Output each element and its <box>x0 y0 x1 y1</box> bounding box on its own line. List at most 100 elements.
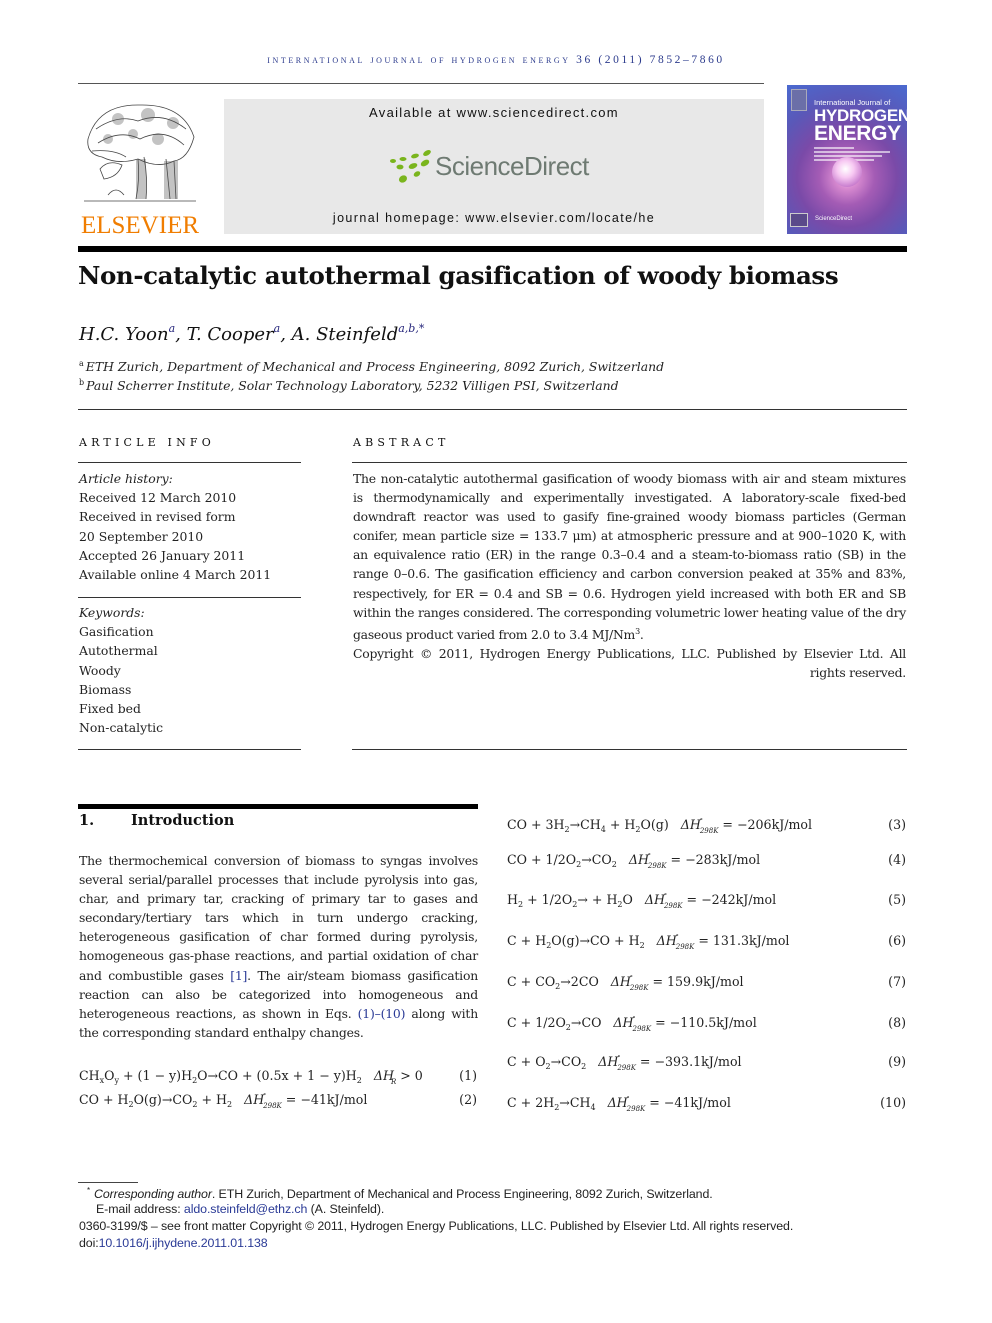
cover-publisher-badge <box>791 89 807 111</box>
doi-label: doi: <box>79 1236 99 1250</box>
enthalpy-subscript: 298K <box>647 862 667 870</box>
email-suffix: (A. Steinfeld). <box>307 1202 385 1216</box>
keyword[interactable]: Woody <box>79 661 304 680</box>
doi-link[interactable]: 10.1016/j.ijhydene.2011.01.138 <box>99 1236 268 1250</box>
introduction-paragraph: The thermochemical conversion of biomass… <box>79 851 478 1042</box>
sciencedirect-wordmark: ScienceDirect <box>435 151 589 181</box>
equation-value: = −283kJ/mol <box>666 852 761 867</box>
history-item: Accepted 26 January 2011 <box>79 547 246 563</box>
corresponding-label: Corresponding author <box>94 1187 212 1202</box>
author-affil-mark[interactable]: a,b,* <box>398 322 424 335</box>
keyword[interactable]: Autothermal <box>79 641 304 660</box>
history-item: Available online 4 March 2011 <box>79 567 272 583</box>
author-separator: , <box>280 324 292 345</box>
equation-1: CHxOy + (1 − y)H2O→CO + (0.5x + 1 − y)H2… <box>79 1068 423 1086</box>
equation-value: = 159.9kJ/mol <box>648 974 744 989</box>
enthalpy-degree: ° <box>647 853 651 860</box>
email-note: E-mail address: aldo.steinfeld@ethz.ch (… <box>96 1202 384 1216</box>
enthalpy-symbol: ΔH <box>656 933 677 948</box>
enthalpy-symbol: ΔH <box>628 852 649 867</box>
article-history: Article history: Received 12 March 2010 … <box>79 469 304 584</box>
history-item: 20 September 2010 <box>79 528 204 544</box>
enthalpy-symbol: ΔH <box>607 1095 628 1110</box>
equation-number: (1) <box>459 1068 477 1083</box>
enthalpy-degree: ° <box>617 1055 621 1062</box>
equation-number: (4) <box>888 852 906 867</box>
equation-10: C + 2H2→CH4 ΔH°298K = −41kJ/mol <box>507 1095 731 1113</box>
equation-link[interactable]: (1)–(10) <box>358 1006 406 1021</box>
affiliation-mark: b <box>79 378 85 387</box>
keywords-divider <box>78 597 301 598</box>
enthalpy-symbol: ΔH <box>680 817 701 832</box>
introduction-divider <box>78 804 478 809</box>
abstract-divider <box>352 462 907 463</box>
issn-line: 0360-3199/$ – see front matter Copyright… <box>79 1219 794 1233</box>
available-at-link[interactable]: Available at www.sciencedirect.com <box>224 105 764 120</box>
equation-number: (8) <box>888 1015 906 1030</box>
section-title: Introduction <box>131 812 235 829</box>
equation-value: = −110.5kJ/mol <box>651 1015 757 1030</box>
email-link[interactable]: aldo.steinfeld@ethz.ch <box>184 1202 307 1216</box>
enthalpy-degree: ° <box>626 1096 630 1103</box>
sciencedirect-dots-icon <box>390 150 431 183</box>
affiliation-text: Paul Scherrer Institute, Solar Technolog… <box>86 378 619 393</box>
abstract-heading: ABSTRACT <box>353 436 450 449</box>
cover-title-big: HYDROGEN ENERGY <box>814 107 907 144</box>
footnote-divider <box>78 1182 138 1183</box>
abstract-body: The non-catalytic autothermal gasificati… <box>353 469 906 682</box>
equation-number: (5) <box>888 892 906 907</box>
affiliation: b Paul Scherrer Institute, Solar Technolo… <box>79 378 619 393</box>
equation-number: (7) <box>888 974 906 989</box>
keyword[interactable]: Non-catalytic <box>79 718 304 737</box>
equation-value: > 0 <box>396 1068 423 1083</box>
enthalpy-subscript: 298K <box>675 943 695 951</box>
section-heading-introduction: 1. Introduction <box>79 812 234 829</box>
equation-number: (10) <box>880 1095 906 1110</box>
equation-value: = −41kJ/mol <box>645 1095 731 1110</box>
enthalpy-degree: ° <box>663 893 667 900</box>
author-name[interactable]: A. Steinfeld <box>292 324 399 345</box>
abstract-bottom-divider <box>352 749 907 750</box>
cover-hesa-logo <box>790 213 808 227</box>
equation-value: = −206kJ/mol <box>718 817 813 832</box>
affiliation-text: ETH Zurich, Department of Mechanical and… <box>85 359 665 374</box>
affiliation-mark: a <box>79 359 84 368</box>
keyword[interactable]: Gasification <box>79 622 304 641</box>
article-info-bottom-divider <box>78 749 301 750</box>
title-divider <box>78 246 907 252</box>
equation-9: C + O2→CO2 ΔH°298K = −393.1kJ/mol <box>507 1054 742 1072</box>
sciencedirect-logo[interactable]: ScienceDirect <box>389 149 609 189</box>
enthalpy-degree: ° <box>263 1093 267 1100</box>
equation-2: CO + H2O(g)→CO2 + H2 ΔH°298K = −41kJ/mol <box>79 1092 368 1110</box>
elsevier-logo[interactable]: ELSEVIER <box>78 99 202 239</box>
article-info-divider <box>78 462 301 463</box>
enthalpy-symbol: ΔH <box>610 974 631 989</box>
equation-5: H2 + 1/2O2→ + H2O ΔH°298K = −242kJ/mol <box>507 892 777 910</box>
enthalpy-degree: ° <box>632 1016 636 1023</box>
history-item: Received 12 March 2010 <box>79 490 237 506</box>
equation-value: = 131.3kJ/mol <box>694 933 790 948</box>
journal-cover[interactable]: International Journal of HYDROGEN ENERGY… <box>787 85 907 234</box>
author-name[interactable]: H.C. Yoon <box>79 324 169 345</box>
enthalpy-subscript: 298K <box>263 1102 282 1110</box>
enthalpy-symbol: ΔH <box>244 1092 265 1107</box>
article-title: Non-catalytic autothermal gasification o… <box>78 261 839 290</box>
equation-6: C + H2O(g)→CO + H2 ΔH°298K = 131.3kJ/mol <box>507 933 790 951</box>
footnote-mark: * <box>87 1186 91 1195</box>
author-name[interactable]: T. Cooper <box>187 324 274 345</box>
enthalpy-symbol: ΔH <box>613 1015 634 1030</box>
keyword[interactable]: Fixed bed <box>79 699 304 718</box>
enthalpy-symbol: ΔH <box>644 892 665 907</box>
keyword[interactable]: Biomass <box>79 680 304 699</box>
elsevier-tree-icon <box>84 104 196 202</box>
equation-4: CO + 1/2O2→CO2 ΔH°298K = −283kJ/mol <box>507 852 761 870</box>
running-head: international journal of hydrogen energy… <box>267 54 725 66</box>
equation-3: CO + 3H2→CH4 + H2O(g) ΔH°298K = −206kJ/m… <box>507 817 813 835</box>
equation-number: (3) <box>888 817 906 832</box>
abstract-end: . <box>639 626 644 642</box>
author-list: H.C. Yoona, T. Coopera, A. Steinfelda,b,… <box>79 322 424 345</box>
journal-homepage-link[interactable]: journal homepage: www.elsevier.com/locat… <box>224 211 764 225</box>
cover-orb-graphic <box>832 157 862 187</box>
doi-line: doi:10.1016/j.ijhydene.2011.01.138 <box>79 1236 268 1250</box>
reference-link[interactable]: [1] <box>230 968 247 983</box>
